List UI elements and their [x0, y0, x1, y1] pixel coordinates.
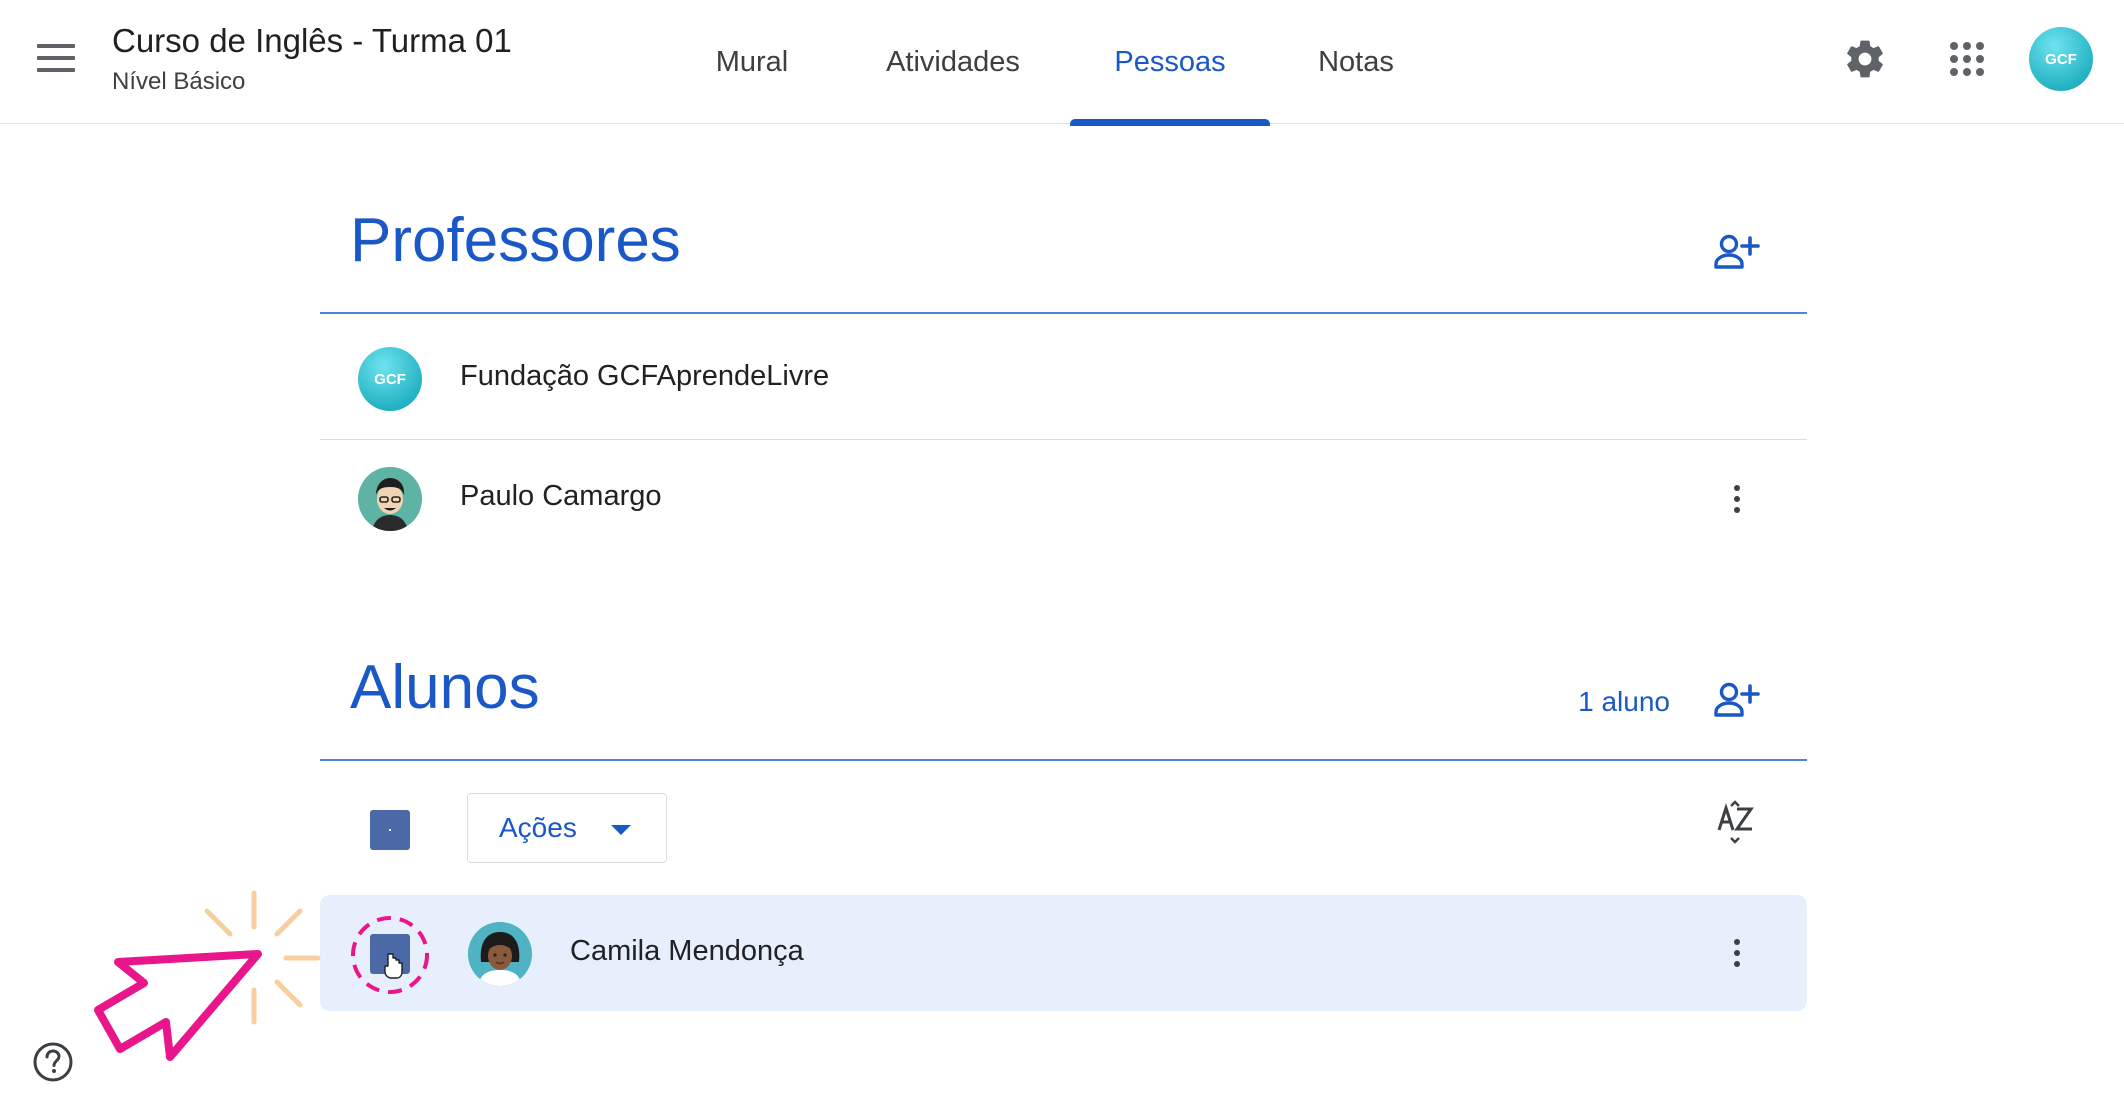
students-heading: Alunos	[350, 653, 540, 722]
add-teacher-button[interactable]	[1701, 216, 1773, 288]
sort-az-icon[interactable]	[1701, 788, 1773, 860]
teacher-name: Fundação GCFAprendeLivre	[460, 360, 830, 392]
tab-pessoas[interactable]: Pessoas	[1070, 0, 1270, 126]
avatar	[358, 467, 422, 531]
avatar-text: GCF	[374, 370, 406, 388]
student-row[interactable]: Camila Mendonça	[320, 895, 1807, 1011]
account-avatar-text: GCF	[2045, 50, 2077, 68]
sparkle-icon	[204, 890, 321, 1025]
class-subtitle: Nível Básico	[112, 68, 246, 95]
teacher-row: GCF Fundação GCFAprendeLivre	[320, 320, 1807, 438]
teachers-heading: Professores	[350, 206, 681, 275]
more-vert-icon[interactable]	[1709, 925, 1765, 981]
caret-down-icon	[611, 825, 631, 835]
actions-label: Ações	[499, 812, 577, 843]
teacher-row: Paulo Camargo	[320, 440, 1807, 558]
help-icon[interactable]	[27, 1036, 79, 1088]
menu-icon[interactable]	[20, 22, 92, 94]
select-all-checkbox[interactable]	[370, 810, 410, 850]
teachers-divider	[320, 312, 1807, 314]
settings-icon[interactable]	[1829, 23, 1901, 95]
student-checkbox[interactable]	[370, 934, 410, 974]
students-divider	[320, 759, 1807, 761]
class-tabs: Mural Atividades Pessoas Notas	[0, 0, 2124, 126]
tab-mural[interactable]: Mural	[690, 0, 814, 124]
apps-grid-icon[interactable]	[1931, 23, 2003, 95]
person-add-icon	[1714, 234, 1760, 269]
avatar	[468, 922, 532, 986]
class-title[interactable]: Curso de Inglês - Turma 01	[112, 22, 512, 60]
pointer-arrow-icon	[94, 950, 262, 1061]
more-vert-icon[interactable]	[1709, 471, 1765, 527]
student-count: 1 aluno	[1578, 686, 1670, 717]
top-app-bar: Curso de Inglês - Turma 01 Nível Básico …	[0, 0, 2124, 126]
person-add-icon	[1714, 682, 1760, 717]
add-student-button[interactable]	[1701, 664, 1773, 736]
student-name: Camila Mendonça	[570, 935, 804, 967]
avatar: GCF	[358, 347, 422, 411]
account-avatar[interactable]: GCF	[2029, 27, 2093, 91]
actions-dropdown[interactable]: Ações	[467, 793, 667, 863]
teacher-name: Paulo Camargo	[460, 480, 662, 512]
tab-notas[interactable]: Notas	[1300, 0, 1412, 124]
tab-atividades[interactable]: Atividades	[870, 0, 1036, 124]
